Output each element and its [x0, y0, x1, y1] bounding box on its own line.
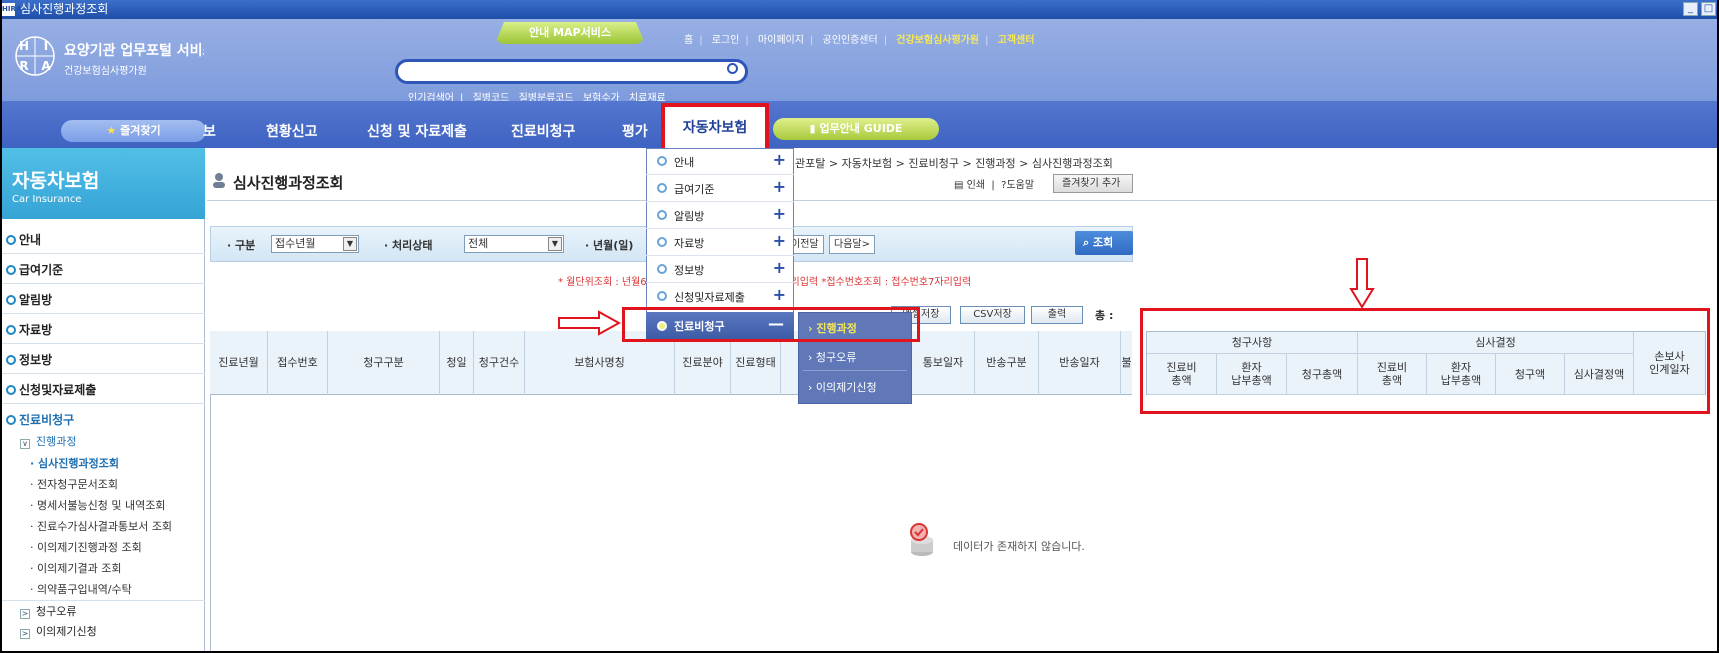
window-frame [0, 0, 1719, 653]
